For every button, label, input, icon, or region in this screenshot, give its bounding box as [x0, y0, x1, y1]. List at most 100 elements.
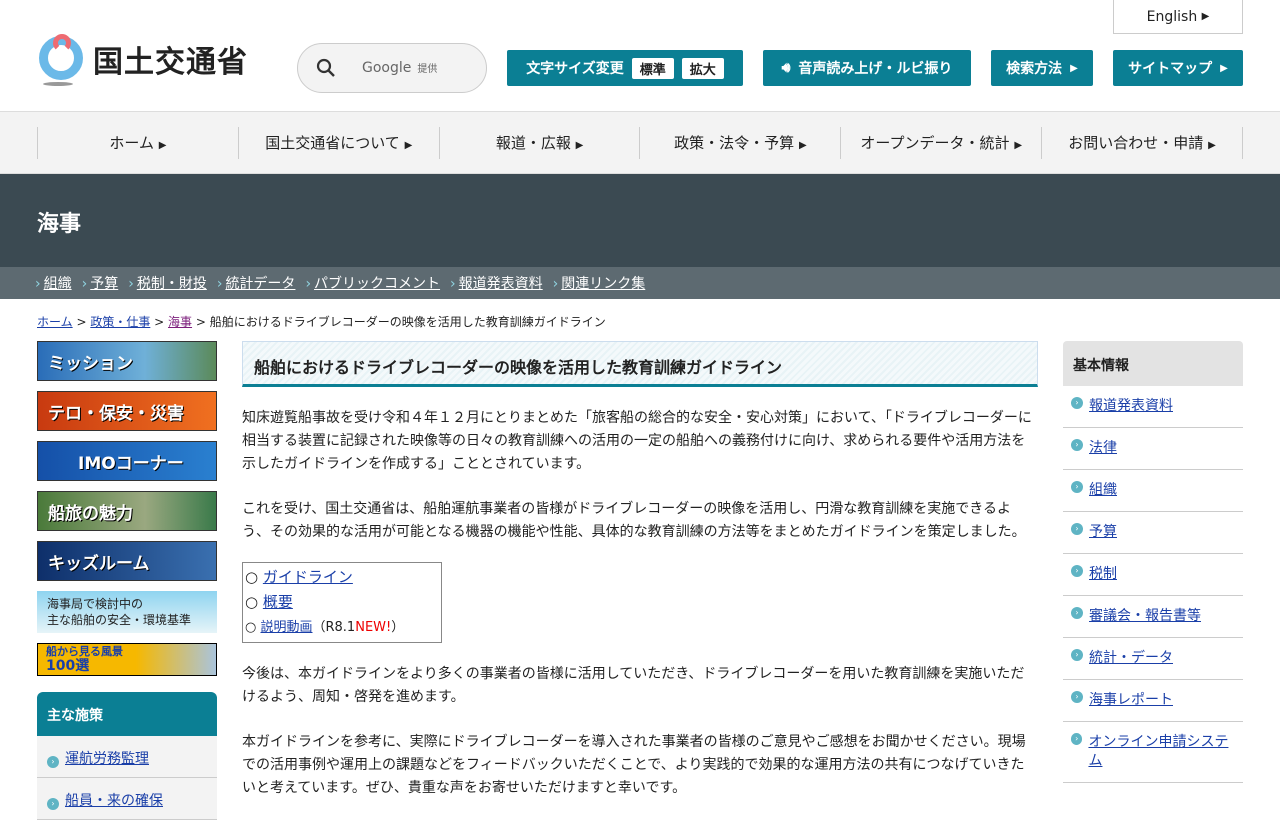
section-title: 海事 — [0, 174, 1280, 267]
header: 国土交通省 Google 提供 English ▶ 文字サイズ変更 標準 拡大 🔊… — [0, 0, 1280, 112]
breadcrumb-home[interactable]: ホーム — [37, 315, 73, 329]
search-icon — [316, 58, 335, 77]
basic-info-item[interactable]: › 統計・データ — [1063, 638, 1243, 680]
paragraph: 今後は、本ガイドラインをより多くの事業者の皆様に活用していただき、ドライブレコー… — [242, 666, 1025, 705]
english-link[interactable]: English ▶ — [1113, 0, 1243, 34]
banner-cruise[interactable]: 船旅の魅力 — [37, 491, 217, 531]
google-provided: 提供 — [417, 64, 438, 75]
video-note: （R8.1 — [312, 620, 356, 635]
chevron-right-icon: › — [1071, 691, 1083, 703]
chevron-right-icon: › — [1071, 565, 1083, 577]
basic-info-item[interactable]: › 税制 — [1063, 554, 1243, 596]
basic-info-link[interactable]: 組織 — [1089, 481, 1117, 500]
chevron-right-icon: › — [1071, 733, 1083, 745]
policy-link[interactable]: 運航労務監理 — [65, 751, 149, 767]
basic-info-link[interactable]: 統計・データ — [1089, 649, 1173, 668]
breadcrumb-policy[interactable]: 政策・仕事 — [90, 315, 150, 329]
subnav-link[interactable]: 税制・財投 — [137, 276, 207, 292]
page-title: 船舶におけるドライブレコーダーの映像を活用した教育訓練ガイドライン — [242, 341, 1038, 387]
breadcrumb: ホーム > 政策・仕事 > 海事 > 船舶におけるドライブレコーダーの映像を活用… — [37, 315, 606, 329]
guideline-link[interactable]: ガイドライン — [263, 568, 353, 586]
google-label: Google — [362, 60, 412, 76]
basic-info-link[interactable]: 予算 — [1089, 523, 1117, 542]
basic-info-link[interactable]: オンライン申請システム — [1088, 733, 1235, 771]
subnav-link[interactable]: 組織 — [44, 276, 72, 292]
basic-info-item[interactable]: › 予算 — [1063, 512, 1243, 554]
search-method-label: 検索方法 — [1006, 61, 1063, 77]
basic-info-link[interactable]: 海事レポート — [1089, 691, 1173, 710]
subnav-link[interactable]: 予算 — [90, 276, 118, 292]
document-links: ○ ガイドライン ○ 概要 ○ 説明動画（R8.1NEW!） — [242, 562, 442, 643]
basic-info-item[interactable]: › 審議会・報告書等 — [1063, 596, 1243, 638]
policy-item[interactable]: › 運航労務監理 — [37, 736, 217, 778]
video-note-end: ） — [391, 620, 405, 635]
policy-link[interactable]: 船員・来の確保 — [65, 793, 163, 809]
gnav-contact[interactable]: お問い合わせ・申請 ▶ — [1041, 126, 1243, 159]
speech-button[interactable]: 🔊︎ 音声読み上げ・ルビ振り — [763, 50, 971, 86]
chevron-right-icon: › — [1071, 607, 1083, 619]
basic-info-item[interactable]: › 海事レポート — [1063, 680, 1243, 722]
sitemap-button[interactable]: サイトマップ ▶ — [1113, 50, 1243, 86]
global-nav: ホーム ▶ 国土交通省について ▶ 報道・広報 ▶ 政策・法令・予算 ▶ オープ… — [0, 112, 1280, 174]
mlit-logo[interactable]: 国土交通省 — [37, 34, 248, 86]
new-badge: NEW! — [355, 620, 392, 635]
font-large-button[interactable]: 拡大 — [681, 57, 724, 79]
chevron-right-icon: › — [1071, 439, 1083, 451]
font-size-control: 文字サイズ変更 標準 拡大 — [507, 50, 743, 86]
right-sidebar: 基本情報 › 報道発表資料 › 法律 › 組織 › 予算 › 税制 › 審議会・報告書等 › 統計・データ… — [1063, 341, 1243, 783]
font-standard-button[interactable]: 標準 — [631, 57, 674, 79]
gnav-home[interactable]: ホーム ▶ — [37, 126, 238, 159]
left-sidebar: ミッション テロ・保安・災害 IMOコーナー 船旅の魅力 キッズルーム 海事局で… — [37, 341, 217, 820]
chevron-right-icon: › — [1071, 649, 1083, 661]
subnav-link[interactable]: パブリックコメント — [314, 276, 440, 292]
chevron-right-icon: › — [47, 756, 59, 768]
breadcrumb-current: 船舶におけるドライブレコーダーの映像を活用した教育訓練ガイドライン — [209, 315, 606, 329]
banner-kids[interactable]: キッズルーム — [37, 541, 217, 581]
paragraph: これを受け、国土交通省は、船舶運航事業者の皆様がドライブレコーダーの映像を活用し… — [242, 501, 1026, 540]
video-link[interactable]: 説明動画 — [260, 620, 312, 635]
english-label: English — [1146, 8, 1198, 25]
search-box[interactable]: Google 提供 — [297, 43, 487, 93]
search-method-button[interactable]: 検索方法 ▶ — [991, 50, 1093, 86]
font-size-label: 文字サイズ変更 — [526, 61, 624, 77]
banner-security[interactable]: テロ・保安・災害 — [37, 391, 217, 431]
gnav-about[interactable]: 国土交通省について ▶ — [237, 126, 439, 159]
speech-label: 音声読み上げ・ルビ振り — [798, 61, 953, 77]
basic-info-heading: 基本情報 — [1063, 341, 1243, 386]
chevron-right-icon: › — [1071, 481, 1083, 493]
basic-info-item[interactable]: › 報道発表資料 — [1063, 386, 1243, 428]
basic-info-item[interactable]: › 法律 — [1063, 428, 1243, 470]
logo-icon — [37, 34, 85, 86]
basic-info-link[interactable]: 法律 — [1089, 439, 1117, 458]
section-subnav: › 組織 › 予算 › 税制・財投 › 統計データ › パブリックコメント › 報道発表資料… — [0, 267, 1280, 299]
banner-imo[interactable]: IMOコーナー — [37, 441, 217, 481]
basic-info-link[interactable]: 報道発表資料 — [1089, 397, 1173, 416]
subnav-link[interactable]: 報道発表資料 — [459, 276, 543, 292]
banner-scenery-100[interactable]: 船から見る風景 100選 — [37, 643, 217, 676]
paragraph: 知床遊覧船事故を受け令和４年１２月にとりまとめた「旅客船の総合的な安全・安心対策… — [242, 410, 1032, 472]
paragraph: 本ガイドラインを参考に、実際にドライブレコーダーを導入された事業者の皆様のご意見… — [242, 734, 1026, 796]
gnav-opendata[interactable]: オープンデータ・統計 ▶ — [840, 126, 1041, 159]
banner-safety-standards[interactable]: 海事局で検討中の 主な船舶の安全・環境基準 — [37, 591, 217, 633]
subnav-link[interactable]: 関連リンク集 — [561, 276, 645, 292]
breadcrumb-maritime[interactable]: 海事 — [168, 315, 192, 329]
basic-info-link[interactable]: 審議会・報告書等 — [1089, 607, 1201, 626]
arrow-right-icon: ▶ — [1220, 62, 1228, 74]
gnav-policy[interactable]: 政策・法令・予算 ▶ — [639, 126, 840, 159]
policy-item[interactable]: › 船員・来の確保 — [37, 778, 217, 820]
basic-info-link[interactable]: 税制 — [1089, 565, 1117, 584]
arrow-right-icon: ▶ — [1201, 11, 1210, 22]
logo-text: 国土交通省 — [93, 45, 248, 80]
chevron-right-icon: › — [1071, 523, 1083, 535]
subnav-link[interactable]: 統計データ — [225, 276, 295, 292]
sitemap-label: サイトマップ — [1128, 61, 1213, 77]
summary-link[interactable]: 概要 — [263, 593, 293, 611]
banner-mission[interactable]: ミッション — [37, 341, 217, 381]
main-content: 船舶におけるドライブレコーダーの映像を活用した教育訓練ガイドライン 知床遊覧船事… — [242, 341, 1038, 800]
basic-info-item[interactable]: › オンライン申請システム — [1063, 722, 1243, 783]
policies-heading: 主な施策 — [37, 692, 217, 736]
basic-info-item[interactable]: › 組織 — [1063, 470, 1243, 512]
gnav-press[interactable]: 報道・広報 ▶ — [438, 126, 640, 159]
arrow-right-icon: ▶ — [1070, 62, 1078, 74]
chevron-right-icon: › — [1071, 397, 1083, 409]
